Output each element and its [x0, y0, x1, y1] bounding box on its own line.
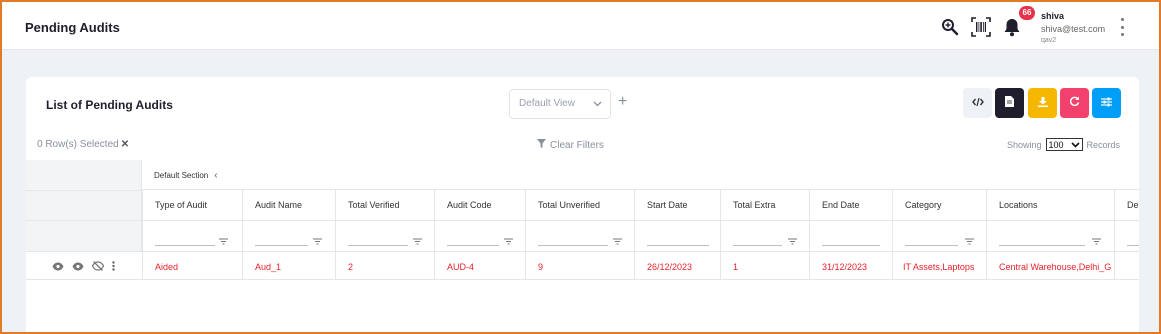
column-header[interactable]: End Date [809, 190, 892, 220]
bell-icon[interactable] [1001, 16, 1023, 38]
download-button[interactable] [1028, 88, 1057, 118]
column-filter[interactable] [720, 221, 809, 251]
clear-filters-label: Clear Filters [550, 139, 604, 151]
view-select[interactable]: Default View [509, 89, 611, 119]
collapse-section-icon[interactable]: ‹ [214, 170, 217, 181]
table-row[interactable]: Aided Aud_1 2 AUD-4 9 26/12/2023 1 31/12… [142, 252, 1139, 280]
filter-menu-icon[interactable] [219, 232, 228, 250]
table-cell: 1 [720, 252, 809, 279]
audits-table: Default Section ‹ Type of Audit Audit Nam… [26, 160, 1139, 280]
table-cell: Aided [142, 252, 242, 279]
row-actions-cell [26, 252, 142, 280]
column-header[interactable]: Start Date [634, 190, 720, 220]
add-view-button[interactable]: + [618, 93, 627, 111]
rows-selected: 0 Row(s) Selected ✕ [37, 139, 129, 150]
barcode-scan-icon[interactable] [970, 16, 992, 38]
card-title: List of Pending Audits [46, 98, 173, 112]
filter-menu-icon[interactable] [313, 232, 322, 250]
column-header[interactable]: Audit Code [434, 190, 525, 220]
user-name[interactable]: shiva [1041, 11, 1064, 21]
column-header[interactable]: Total Unverified [525, 190, 634, 220]
table-cell: AUD-4 [434, 252, 525, 279]
page-size-control: Showing 100 Records [1007, 138, 1120, 151]
column-filter[interactable] [986, 221, 1114, 251]
column-filter[interactable] [525, 221, 634, 251]
filter-icon [537, 139, 546, 151]
column-header[interactable]: Locations [986, 190, 1114, 220]
table-header-row: Type of Audit Audit Name Total Verified … [142, 190, 1139, 221]
filter-row [142, 221, 1139, 252]
filter-menu-icon[interactable] [1092, 232, 1101, 250]
column-filter[interactable] [634, 221, 720, 251]
refresh-icon [1069, 94, 1080, 112]
document-button[interactable] [995, 88, 1024, 118]
filter-menu-icon[interactable] [613, 232, 622, 250]
table-cell: Central Warehouse,Delhi_G [986, 252, 1114, 279]
page-size-select[interactable]: 100 [1045, 138, 1083, 151]
code-icon [971, 94, 984, 112]
table-cell: 9 [525, 252, 634, 279]
code-button[interactable] [963, 88, 992, 118]
column-filter[interactable] [335, 221, 434, 251]
column-header[interactable]: Category [892, 190, 986, 220]
view-icon[interactable] [52, 262, 64, 271]
column-filter[interactable] [1114, 221, 1139, 251]
document-icon [1005, 94, 1014, 112]
table-cell: Aud_1 [242, 252, 335, 279]
audits-card: List of Pending Audits Default View + 0 … [26, 77, 1139, 332]
column-filter[interactable] [142, 221, 242, 251]
pinned-header-cell [26, 190, 142, 221]
table-cell: 2 [335, 252, 434, 279]
settings-button[interactable] [1092, 88, 1121, 118]
download-icon [1037, 94, 1048, 112]
column-header[interactable]: Total Verified [335, 190, 434, 220]
column-filter[interactable] [242, 221, 335, 251]
preview-icon[interactable] [72, 262, 84, 271]
section-row: Default Section ‹ [142, 160, 1139, 190]
column-header[interactable]: Type of Audit [142, 190, 242, 220]
hide-icon[interactable] [92, 261, 104, 271]
table-cell: 31/12/2023 [809, 252, 892, 279]
column-filter[interactable] [434, 221, 525, 251]
clear-filters-button[interactable]: Clear Filters [537, 139, 604, 151]
filter-menu-icon[interactable] [504, 232, 513, 250]
search-icon[interactable] [939, 16, 961, 38]
table-cell: 26/12/2023 [634, 252, 720, 279]
page-size-value: 100 [1048, 139, 1064, 150]
user-email: shiva@test.com [1041, 24, 1106, 34]
section-label-text: Default Section [154, 171, 209, 180]
table-cell [1114, 252, 1139, 279]
column-header[interactable]: Dep [1114, 190, 1139, 220]
column-filter[interactable] [892, 221, 986, 251]
clear-selection-icon[interactable]: ✕ [121, 139, 129, 150]
settings-sliders-icon [1101, 94, 1112, 112]
filter-menu-icon[interactable] [965, 232, 974, 250]
column-header[interactable]: Audit Name [242, 190, 335, 220]
top-bar: Pending Audits 66 shiva shiva@test.com q… [2, 2, 1159, 50]
section-label: Default Section ‹ [154, 170, 218, 181]
records-label: Records [1086, 139, 1121, 150]
more-options-icon[interactable] [1118, 18, 1126, 36]
column-header[interactable]: Total Extra [720, 190, 809, 220]
notification-badge: 66 [1019, 6, 1035, 20]
chevron-down-icon [593, 90, 602, 130]
app-frame: Pending Audits 66 shiva shiva@test.com q… [0, 0, 1161, 334]
rows-selected-label: 0 Row(s) Selected [37, 139, 119, 150]
table-cell: IT Assets,Laptops [892, 252, 986, 279]
row-more-icon[interactable] [112, 261, 115, 271]
filter-menu-icon[interactable] [788, 232, 797, 250]
user-org: qav2 [1041, 37, 1057, 44]
page-title: Pending Audits [25, 20, 120, 35]
filter-menu-icon[interactable] [413, 232, 422, 250]
pinned-filter-cell [26, 221, 142, 252]
column-filter[interactable] [809, 221, 892, 251]
chevron-down-icon [1070, 140, 1080, 150]
refresh-button[interactable] [1060, 88, 1089, 118]
view-select-value: Default View [519, 98, 575, 109]
showing-label: Showing [1007, 139, 1042, 150]
